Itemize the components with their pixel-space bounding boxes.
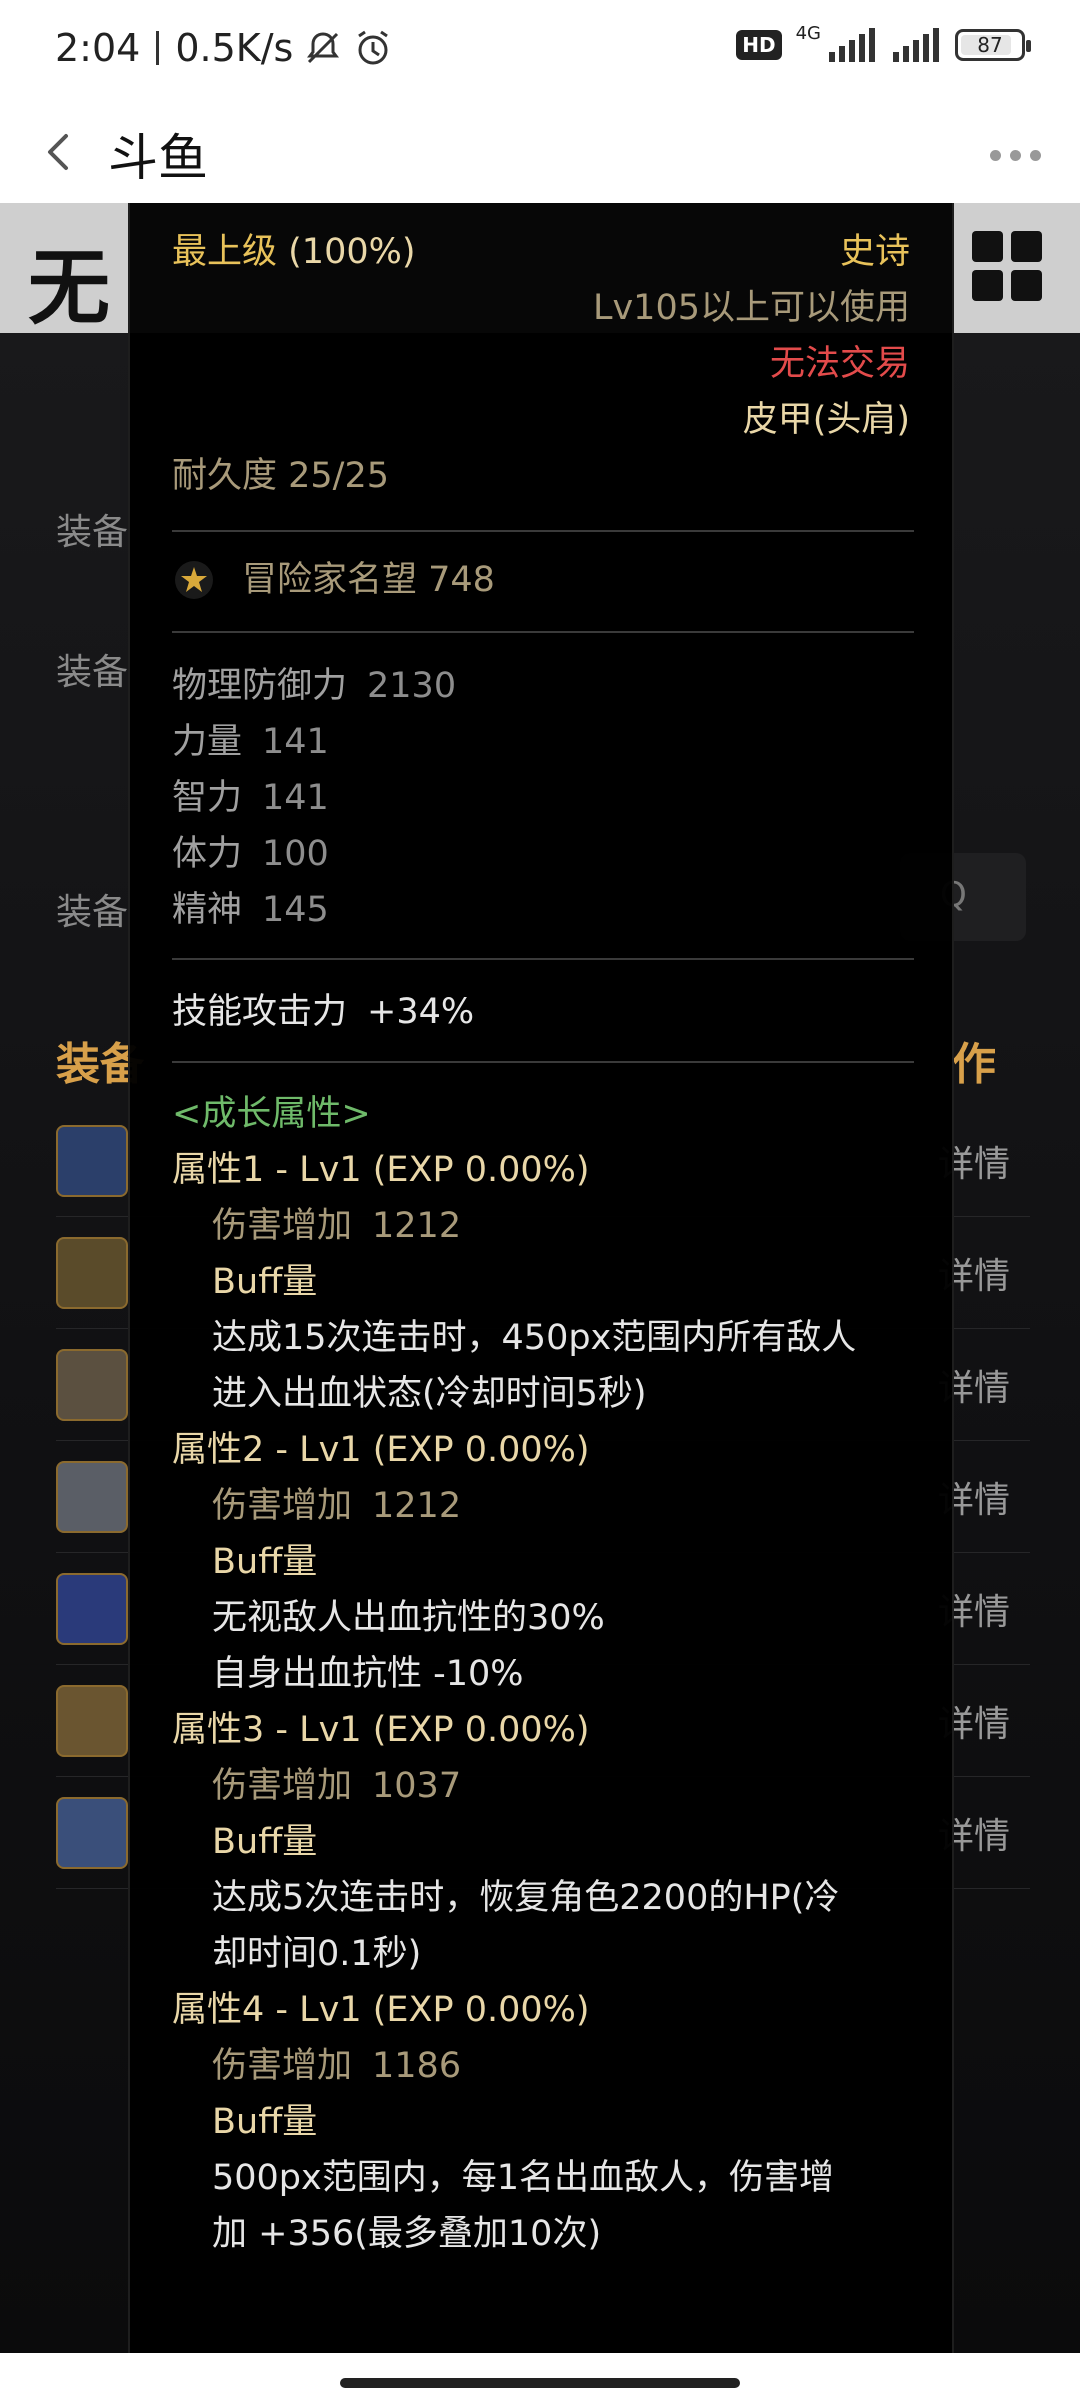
growth-effect-text: 达成15次连击时，450px范围内所有敌人	[212, 1318, 857, 1358]
skill-attack-label: 技能攻击力	[172, 992, 348, 1032]
fame-icon	[175, 561, 213, 599]
stat-label: 体力	[172, 834, 243, 874]
damage-increase-label: 伤害增加	[212, 1766, 353, 1806]
page-title: 斗鱼	[108, 129, 208, 187]
hd-badge: HD	[736, 30, 782, 60]
equipment-thumbnail	[56, 1797, 128, 1869]
damage-increase-line: 伤害增加 1212	[212, 1483, 461, 1529]
site-logo: 无	[28, 240, 111, 336]
divider	[172, 958, 914, 960]
stat-label: 智力	[172, 778, 243, 818]
battery-level: 87	[977, 33, 1003, 57]
grid-menu-icon[interactable]	[972, 231, 1042, 301]
damage-increase-value: 1037	[372, 1766, 462, 1806]
home-indicator[interactable]	[340, 2378, 740, 2388]
damage-increase-line: 伤害增加 1186	[212, 2043, 461, 2089]
stat-line: 体力 100	[172, 831, 329, 877]
mute-bell-icon	[307, 32, 340, 64]
background-section-title-right: 作	[952, 1039, 996, 1090]
buff-amount-label: Buff量	[212, 1822, 318, 1862]
growth-effect-text: 进入出血状态(冷却时间5秒)	[212, 1374, 647, 1414]
status-bar: 2:04 0.5K/s HD 4G 87	[0, 0, 1080, 100]
growth-effect-text: 自身出血抗性 -10%	[212, 1654, 524, 1694]
stat-value: 2130	[367, 666, 457, 706]
item-grade: 最上级 (100%)	[172, 229, 416, 275]
adventurer-fame: 冒险家名望 748	[242, 560, 495, 600]
stat-label: 力量	[172, 722, 243, 762]
signal-icon	[829, 28, 875, 62]
item-tooltip: 最上级 (100%) 史诗 Lv105以上可以使用 无法交易 皮甲(头肩) 耐久…	[128, 203, 954, 2353]
damage-increase-line: 伤害增加 1037	[212, 1763, 461, 1809]
skill-attack-value: +34%	[367, 992, 475, 1032]
damage-increase-value: 1186	[372, 2046, 462, 2086]
divider	[172, 631, 914, 633]
battery-icon: 87	[955, 29, 1031, 61]
stat-value: 145	[262, 890, 329, 930]
divider	[172, 530, 914, 532]
growth-effect-text: 却时间0.1秒)	[212, 1934, 422, 1974]
status-right: HD 4G 87	[736, 23, 1031, 62]
damage-increase-label: 伤害增加	[212, 1486, 353, 1526]
equipment-thumbnail	[56, 1573, 128, 1645]
level-requirement: Lv105以上可以使用	[592, 288, 910, 328]
stat-line: 力量 141	[172, 719, 329, 765]
stat-value: 141	[262, 722, 329, 762]
stat-line: 物理防御力 2130	[172, 663, 456, 709]
growth-title: 属性2 - Lv1 (EXP 0.00%)	[172, 1430, 590, 1470]
background-label: 装备	[56, 512, 129, 553]
growth-effect-text: 达成5次连击时，恢复角色2200的HP(冷	[212, 1878, 840, 1918]
damage-increase-label: 伤害增加	[212, 1206, 353, 1246]
buff-amount-label: Buff量	[212, 2102, 318, 2142]
stat-line: 智力 141	[172, 775, 329, 821]
growth-effect-text: 加 +356(最多叠加10次)	[212, 2214, 602, 2254]
equipment-thumbnail	[56, 1461, 128, 1533]
growth-title: 属性4 - Lv1 (EXP 0.00%)	[172, 1990, 590, 2030]
signal-icon	[893, 28, 939, 62]
damage-increase-value: 1212	[372, 1206, 462, 1246]
status-net-speed: 0.5K/s	[175, 26, 294, 70]
trade-status: 无法交易	[769, 344, 910, 384]
damage-increase-value: 1212	[372, 1486, 462, 1526]
buff-amount-label: Buff量	[212, 1262, 318, 1302]
buff-amount-label: Buff量	[212, 1542, 318, 1582]
stat-line: 精神 145	[172, 887, 329, 933]
skill-attack-line: 技能攻击力 +34%	[172, 989, 474, 1035]
item-rarity: 史诗	[839, 232, 910, 272]
growth-title: 属性3 - Lv1 (EXP 0.00%)	[172, 1710, 590, 1750]
equipment-thumbnail	[56, 1349, 128, 1421]
background-label: 装备	[56, 652, 129, 693]
growth-effect-text: 500px范围内，每1名出血敌人，伤害增	[212, 2158, 835, 2198]
status-left: 2:04 0.5K/s	[55, 26, 393, 70]
status-separator	[156, 31, 160, 65]
growth-title: 属性1 - Lv1 (EXP 0.00%)	[172, 1150, 590, 1190]
back-icon[interactable]	[30, 122, 90, 182]
damage-increase-line: 伤害增加 1212	[212, 1203, 461, 1249]
grade-label: 最上级	[172, 232, 278, 272]
equipment-thumbnail	[56, 1237, 128, 1309]
stat-label: 物理防御力	[172, 666, 348, 706]
stat-value: 100	[262, 834, 329, 874]
grade-percent: (100%)	[288, 232, 416, 272]
network-type-label: 4G	[795, 22, 821, 44]
growth-header: <成长属性>	[172, 1094, 371, 1134]
more-icon[interactable]	[980, 130, 1050, 180]
more-dot	[1029, 149, 1041, 161]
background-label: 装备	[56, 892, 129, 933]
durability: 耐久度 25/25	[172, 456, 389, 496]
growth-effect-text: 无视敌人出血抗性的30%	[212, 1598, 605, 1638]
stat-value: 141	[262, 778, 329, 818]
equipment-thumbnail	[56, 1125, 128, 1197]
item-type: 皮甲(头肩)	[742, 400, 910, 440]
damage-increase-label: 伤害增加	[212, 2046, 353, 2086]
more-dot	[1009, 149, 1021, 161]
more-dot	[989, 149, 1001, 161]
divider	[172, 1061, 914, 1063]
stat-label: 精神	[172, 890, 243, 930]
equipment-thumbnail	[56, 1685, 128, 1757]
status-time: 2:04	[55, 26, 141, 70]
alarm-icon	[358, 30, 389, 65]
app-title-bar: 斗鱼	[0, 100, 1080, 203]
